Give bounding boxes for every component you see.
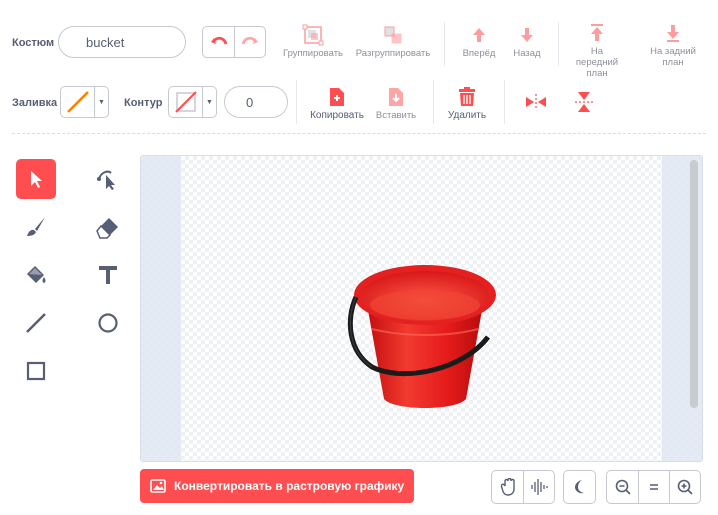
bring-to-front-icon (591, 24, 603, 41)
copy-icon (330, 88, 344, 106)
circle-icon (98, 313, 118, 333)
toolbar-separator (12, 133, 706, 134)
rectangle-icon (26, 361, 46, 381)
divider (558, 22, 559, 66)
theme-controls (563, 470, 596, 504)
divider (504, 80, 505, 124)
undo-redo-group (202, 26, 266, 58)
hand-button[interactable] (492, 471, 523, 503)
fill-swatch (61, 87, 94, 117)
brush-icon (27, 217, 45, 236)
canvas-scrollbar[interactable] (690, 160, 698, 408)
fill-label: Заливка (12, 97, 58, 109)
divider (433, 80, 434, 124)
forward-icon (473, 28, 485, 42)
costume-name-input[interactable] (58, 26, 186, 58)
flip-horizontal-button[interactable] (524, 92, 548, 112)
delete-label: Удалить (447, 110, 487, 121)
divider (296, 80, 297, 124)
paste-button[interactable]: Вставить (370, 84, 422, 121)
sound-controls (491, 470, 555, 504)
paste-icon (389, 88, 403, 106)
group-label: Группировать (282, 48, 343, 59)
hand-icon (500, 478, 515, 496)
tool-eraser[interactable] (88, 207, 128, 247)
dark-mode-button[interactable] (564, 471, 595, 503)
redo-icon (241, 36, 258, 45)
zoom-in-icon (677, 479, 693, 495)
outline-width-input[interactable] (224, 86, 288, 118)
waveform-icon (531, 479, 548, 495)
backward-label: Назад (513, 48, 541, 59)
tool-rectangle[interactable] (16, 351, 56, 391)
trash-icon (459, 87, 475, 106)
eraser-icon (96, 218, 118, 239)
undo-button[interactable] (203, 27, 234, 57)
ungroup-icon (384, 26, 402, 44)
zoom-reset-button[interactable] (638, 471, 669, 503)
group-icon (302, 24, 324, 46)
tool-text[interactable] (88, 255, 128, 295)
ungroup-button[interactable]: Разгруппировать (351, 22, 435, 59)
equals-icon (650, 484, 658, 490)
bucket-image[interactable] (344, 259, 504, 414)
paint-bucket-icon (27, 266, 46, 283)
zoom-in-button[interactable] (669, 471, 700, 503)
back-button[interactable]: На задний план (642, 20, 704, 68)
backward-icon (521, 28, 533, 42)
chevron-down-icon: ▼ (202, 87, 216, 117)
reshape-icon (97, 170, 115, 190)
text-icon (99, 266, 117, 284)
paste-label: Вставить (375, 110, 417, 121)
back-label: На задний план (650, 46, 696, 68)
flip-vertical-icon (575, 92, 593, 112)
send-to-back-icon (667, 25, 679, 42)
line-icon (26, 313, 46, 333)
outline-swatch (169, 87, 202, 117)
fill-color-picker[interactable]: ▼ (60, 86, 109, 118)
arrow-cursor-icon (31, 171, 42, 188)
tool-select[interactable] (16, 159, 56, 199)
moon-icon (574, 480, 584, 494)
flip-horizontal-icon (526, 94, 546, 110)
ungroup-label: Разгруппировать (355, 48, 431, 59)
convert-to-bitmap-button[interactable]: Конвертировать в растровую графику (140, 469, 414, 503)
redo-button[interactable] (234, 27, 265, 57)
backward-button[interactable]: Назад (504, 22, 550, 59)
convert-label: Конвертировать в растровую графику (174, 479, 405, 493)
canvas-left-margin (141, 156, 181, 461)
delete-button[interactable]: Удалить (441, 84, 493, 121)
chevron-down-icon: ▼ (94, 87, 108, 117)
tool-brush[interactable] (16, 207, 56, 247)
front-label: На передний план (575, 46, 619, 79)
zoom-out-icon (615, 479, 631, 495)
zoom-out-button[interactable] (607, 471, 638, 503)
outline-color-icon (174, 91, 197, 113)
waveform-button[interactable] (523, 471, 554, 503)
tool-circle[interactable] (88, 303, 128, 343)
copy-button[interactable]: Копировать (304, 84, 370, 121)
fill-color-icon (66, 91, 89, 113)
forward-button[interactable]: Вперёд (456, 22, 502, 59)
outline-color-picker[interactable]: ▼ (168, 86, 217, 118)
costume-label: Костюм (12, 37, 55, 49)
group-button[interactable]: Группировать (278, 22, 348, 59)
drawing-canvas[interactable] (140, 155, 703, 462)
copy-label: Копировать (310, 110, 364, 121)
tool-reshape[interactable] (88, 159, 128, 199)
divider (444, 22, 445, 66)
zoom-controls (606, 470, 701, 504)
forward-label: Вперёд (462, 48, 496, 59)
front-button[interactable]: На передний план (566, 20, 628, 79)
image-icon (150, 479, 166, 493)
tool-fill[interactable] (16, 255, 56, 295)
outline-label: Контур (124, 97, 163, 109)
undo-icon (210, 36, 227, 45)
flip-vertical-button[interactable] (572, 90, 596, 114)
tool-line[interactable] (16, 303, 56, 343)
